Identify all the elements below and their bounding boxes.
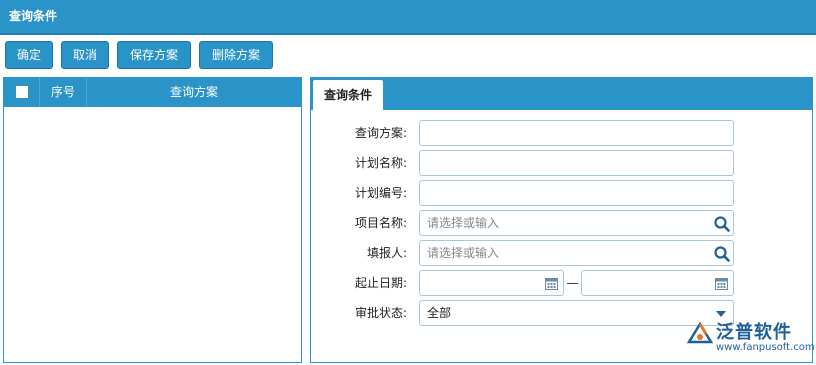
query-plan-label: 查询方案: xyxy=(354,126,407,140)
date-range-separator: — xyxy=(566,276,579,290)
reporter-label: 填报人: xyxy=(366,246,407,260)
plan-grid-header: 序号 查询方案 xyxy=(4,78,301,107)
project-name-input[interactable]: 请选择或输入 xyxy=(419,210,734,236)
approval-status-value: 全部 xyxy=(427,306,452,320)
plan-name-label: 计划名称: xyxy=(354,156,407,170)
plan-name-input[interactable] xyxy=(419,150,734,176)
search-icon[interactable] xyxy=(713,215,731,233)
reporter-input[interactable]: 请选择或输入 xyxy=(419,240,734,266)
end-date-input[interactable] xyxy=(581,270,734,296)
calendar-icon[interactable] xyxy=(715,277,728,290)
row-plan-number: 计划编号: xyxy=(311,180,812,206)
confirm-button[interactable]: 确定 xyxy=(5,41,53,69)
column-header-plan[interactable]: 查询方案 xyxy=(87,78,301,107)
chevron-down-icon[interactable] xyxy=(716,311,726,317)
tab-conditions[interactable]: 查询条件 xyxy=(313,80,383,110)
conditions-tabbar: 查询条件 xyxy=(311,78,812,110)
row-query-plan: 查询方案: xyxy=(311,120,812,146)
select-all-cell xyxy=(4,78,40,107)
row-reporter: 填报人: 请选择或输入 xyxy=(311,240,812,266)
window-title-bar: 查询条件 xyxy=(0,0,816,33)
row-project-name: 项目名称: 请选择或输入 xyxy=(311,210,812,236)
delete-plan-button[interactable]: 删除方案 xyxy=(199,41,273,69)
start-date-input[interactable] xyxy=(419,270,564,296)
column-header-seq[interactable]: 序号 xyxy=(40,78,87,107)
window-title: 查询条件 xyxy=(9,9,58,23)
plan-grid-body xyxy=(4,107,301,362)
plan-list-panel: 序号 查询方案 xyxy=(3,77,302,363)
date-range-label: 起止日期: xyxy=(354,276,407,290)
brand-name: 泛普软件 xyxy=(716,322,792,343)
reporter-placeholder: 请选择或输入 xyxy=(427,246,500,260)
project-name-placeholder: 请选择或输入 xyxy=(427,216,500,230)
query-plan-input[interactable] xyxy=(419,120,734,146)
calendar-icon[interactable] xyxy=(545,277,558,290)
row-plan-name: 计划名称: xyxy=(311,150,812,176)
select-all-checkbox[interactable] xyxy=(15,85,28,98)
brand-url: www.fanpusoft.com xyxy=(716,342,815,353)
brand-mark-icon xyxy=(686,321,714,344)
cancel-button[interactable]: 取消 xyxy=(61,41,109,69)
row-date-range: 起止日期: — xyxy=(311,270,812,296)
approval-status-label: 审批状态: xyxy=(354,306,407,320)
project-name-label: 项目名称: xyxy=(354,216,407,230)
brand-logo: 泛普软件 www.fanpusoft.com xyxy=(683,318,815,358)
save-plan-button[interactable]: 保存方案 xyxy=(117,41,191,69)
plan-number-input[interactable] xyxy=(419,180,734,206)
toolbar: 确定 取消 保存方案 删除方案 xyxy=(0,35,816,75)
plan-number-label: 计划编号: xyxy=(354,186,407,200)
search-icon[interactable] xyxy=(713,245,731,263)
